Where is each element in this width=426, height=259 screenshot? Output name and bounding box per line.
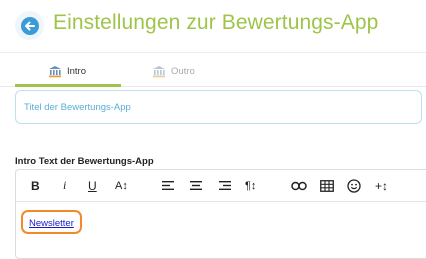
tab-outro[interactable]: Outro: [152, 56, 195, 86]
underline-button[interactable]: U: [88, 177, 97, 194]
more-button[interactable]: +↕: [375, 177, 388, 194]
intro-text-label: Intro Text der Bewertungs-App: [15, 156, 154, 167]
table-button[interactable]: [320, 177, 334, 194]
tab-intro-label: Intro: [67, 65, 87, 77]
editor-toolbar: B i U A↕ ¶↕ +↕: [16, 170, 426, 202]
back-button[interactable]: [15, 11, 44, 40]
arrow-left-icon: [20, 16, 39, 35]
page-title: Einstellungen zur Bewertungs-App: [53, 11, 379, 34]
active-tab-indicator: [15, 84, 121, 87]
align-left-button[interactable]: [162, 177, 175, 194]
link-icon: [291, 181, 307, 190]
app-title-input[interactable]: [15, 90, 422, 124]
header: Einstellungen zur Bewertungs-App: [0, 0, 426, 53]
bold-button[interactable]: B: [31, 177, 40, 194]
emoji-button[interactable]: [347, 177, 361, 194]
tab-intro[interactable]: Intro: [48, 56, 86, 86]
font-size-button[interactable]: A↕: [115, 177, 128, 194]
bank-icon: [49, 65, 61, 77]
table-icon: [320, 179, 334, 192]
newsletter-link[interactable]: Newsletter: [29, 218, 74, 229]
bank-icon: [153, 65, 165, 77]
align-center-button[interactable]: [190, 177, 203, 194]
italic-button[interactable]: i: [63, 177, 66, 194]
align-right-icon: [219, 181, 231, 190]
align-left-icon: [162, 181, 174, 190]
align-center-icon: [190, 181, 202, 190]
smiley-icon: [347, 178, 361, 193]
link-button[interactable]: [291, 177, 307, 194]
align-right-button[interactable]: [219, 177, 232, 194]
paragraph-button[interactable]: ¶↕: [245, 177, 256, 194]
tab-bar: Intro Outro: [0, 56, 426, 87]
tab-outro-label: Outro: [171, 65, 195, 77]
